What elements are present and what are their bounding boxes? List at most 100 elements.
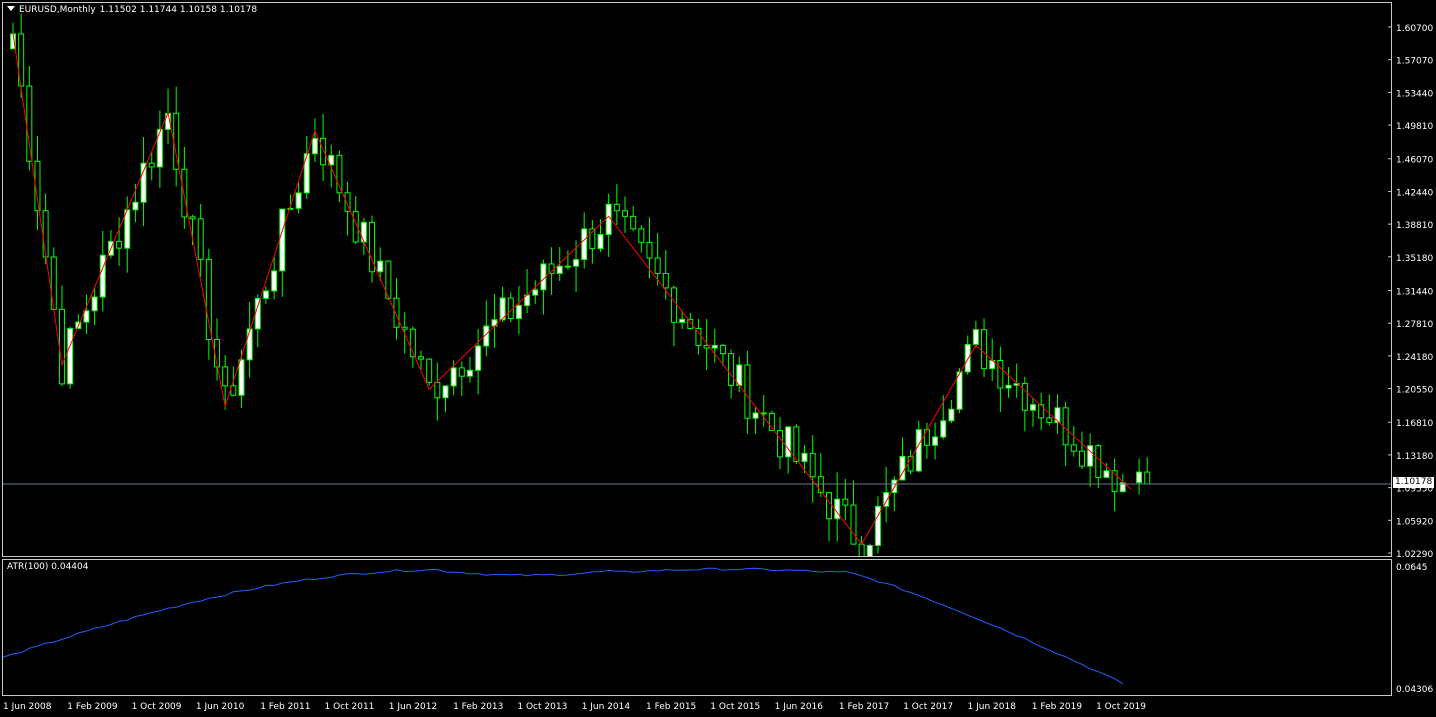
candle-body <box>948 408 955 422</box>
candle-body <box>197 218 204 260</box>
candle-body <box>1087 445 1094 467</box>
chart-title: EURUSD,Monthly 1.11502 1.11744 1.10158 1.… <box>7 5 261 15</box>
candle-body <box>573 259 580 267</box>
chart-symbol-label: EURUSD,Monthly <box>19 5 96 15</box>
time-axis-label: 1 Oct 2013 <box>517 702 567 712</box>
time-axis-label: 1 Feb 2013 <box>453 702 503 712</box>
candle-body <box>262 290 269 299</box>
candle-body <box>1005 384 1012 389</box>
price-chart-canvas[interactable] <box>3 3 1391 556</box>
candle-body <box>132 201 139 211</box>
candle-body <box>923 429 930 446</box>
candle-body <box>532 289 539 296</box>
candle-body <box>679 318 686 323</box>
price-axis-label: 1.13180 <box>1396 452 1433 462</box>
candle-body <box>311 137 318 155</box>
atr-indicator-canvas[interactable] <box>3 560 1391 695</box>
candle-body <box>377 260 384 273</box>
candle-body <box>597 234 604 250</box>
candle-body <box>744 364 751 419</box>
candle-body <box>1095 445 1102 478</box>
candle-body <box>556 265 563 275</box>
candle-body <box>295 192 302 209</box>
price-axis-label: 1.35180 <box>1396 254 1433 264</box>
time-axis-label: 1 Jun 2016 <box>775 702 824 712</box>
price-axis-label: 1.16810 <box>1396 419 1433 429</box>
candle-body <box>515 305 522 320</box>
price-axis-label: 1.02290 <box>1396 550 1433 560</box>
candle-body <box>752 412 759 419</box>
candle-body <box>809 452 816 478</box>
price-chart-pane[interactable]: EURUSD,Monthly 1.11502 1.11744 1.10158 1.… <box>2 2 1392 557</box>
candle-body <box>279 208 286 272</box>
candle-body <box>785 426 792 458</box>
time-axis-label: 1 Oct 2017 <box>903 702 953 712</box>
candle-body <box>254 297 261 330</box>
candle-body <box>850 504 857 545</box>
candle-body <box>670 287 677 323</box>
candle-body <box>777 429 784 458</box>
time-axis-label: 1 Jun 2010 <box>196 702 245 712</box>
candle-body <box>50 256 57 310</box>
candle-body <box>760 412 767 415</box>
candle-body <box>238 359 245 396</box>
candle-body <box>548 263 555 275</box>
candle-body <box>736 364 743 386</box>
candle-body <box>932 436 939 446</box>
candle-body <box>981 329 988 370</box>
candle-body <box>1144 471 1151 485</box>
candle-body <box>173 112 180 170</box>
candle-body <box>1078 450 1085 467</box>
atr-indicator-pane[interactable]: ATR(100) 0.04404 <box>2 559 1392 696</box>
candle-body <box>434 381 441 399</box>
price-axis-label: 1.46070 <box>1396 156 1433 166</box>
candle-body <box>26 85 33 162</box>
price-axis-label: 1.20550 <box>1396 386 1433 396</box>
candle-body <box>320 137 327 166</box>
candle-body <box>1021 383 1028 411</box>
candle-body <box>58 308 65 385</box>
time-axis-label: 1 Jun 2014 <box>582 702 631 712</box>
candle-body <box>1103 470 1110 478</box>
candle-body <box>711 344 718 349</box>
candle-body <box>1070 444 1077 452</box>
candle-body <box>116 240 123 249</box>
candle-body <box>581 228 588 261</box>
candle-body <box>605 203 612 236</box>
candle-body <box>1046 417 1053 424</box>
candle-body <box>866 544 873 556</box>
price-axis-label: 1.49810 <box>1396 122 1433 132</box>
candle-body <box>83 310 90 323</box>
candle-body <box>964 343 971 373</box>
atr-axis-max-label: 0.0645 <box>1396 563 1428 573</box>
candle-body <box>654 257 661 274</box>
candle-body <box>801 452 808 462</box>
candle-body <box>915 429 922 472</box>
time-axis-label: 1 Feb 2015 <box>646 702 696 712</box>
candle-body <box>205 258 212 341</box>
candle-body <box>622 210 628 217</box>
candle-body <box>148 162 155 168</box>
candle-body <box>817 476 824 494</box>
candle-body <box>940 420 947 438</box>
candle-body <box>393 297 400 328</box>
candle-body <box>630 215 637 230</box>
chart-menu-triangle-icon[interactable] <box>7 6 15 11</box>
price-axis-label: 1.38810 <box>1396 221 1433 231</box>
candle-body <box>140 162 147 203</box>
price-axis-label: 1.27810 <box>1396 320 1433 330</box>
candle-body <box>442 385 449 399</box>
candle-body <box>124 209 131 249</box>
candle-body <box>458 367 465 377</box>
candle-body <box>426 358 433 383</box>
candle-body <box>1136 471 1143 484</box>
time-axis-label: 1 Feb 2017 <box>839 702 889 712</box>
candle-body <box>972 329 979 345</box>
time-axis-label: 1 Feb 2011 <box>260 702 310 712</box>
candle-body <box>613 203 620 212</box>
candle-body <box>842 498 849 506</box>
candle-body <box>662 272 669 289</box>
candle-body <box>826 492 832 520</box>
candle-body <box>99 254 106 298</box>
price-axis-label: 1.57070 <box>1396 57 1433 67</box>
